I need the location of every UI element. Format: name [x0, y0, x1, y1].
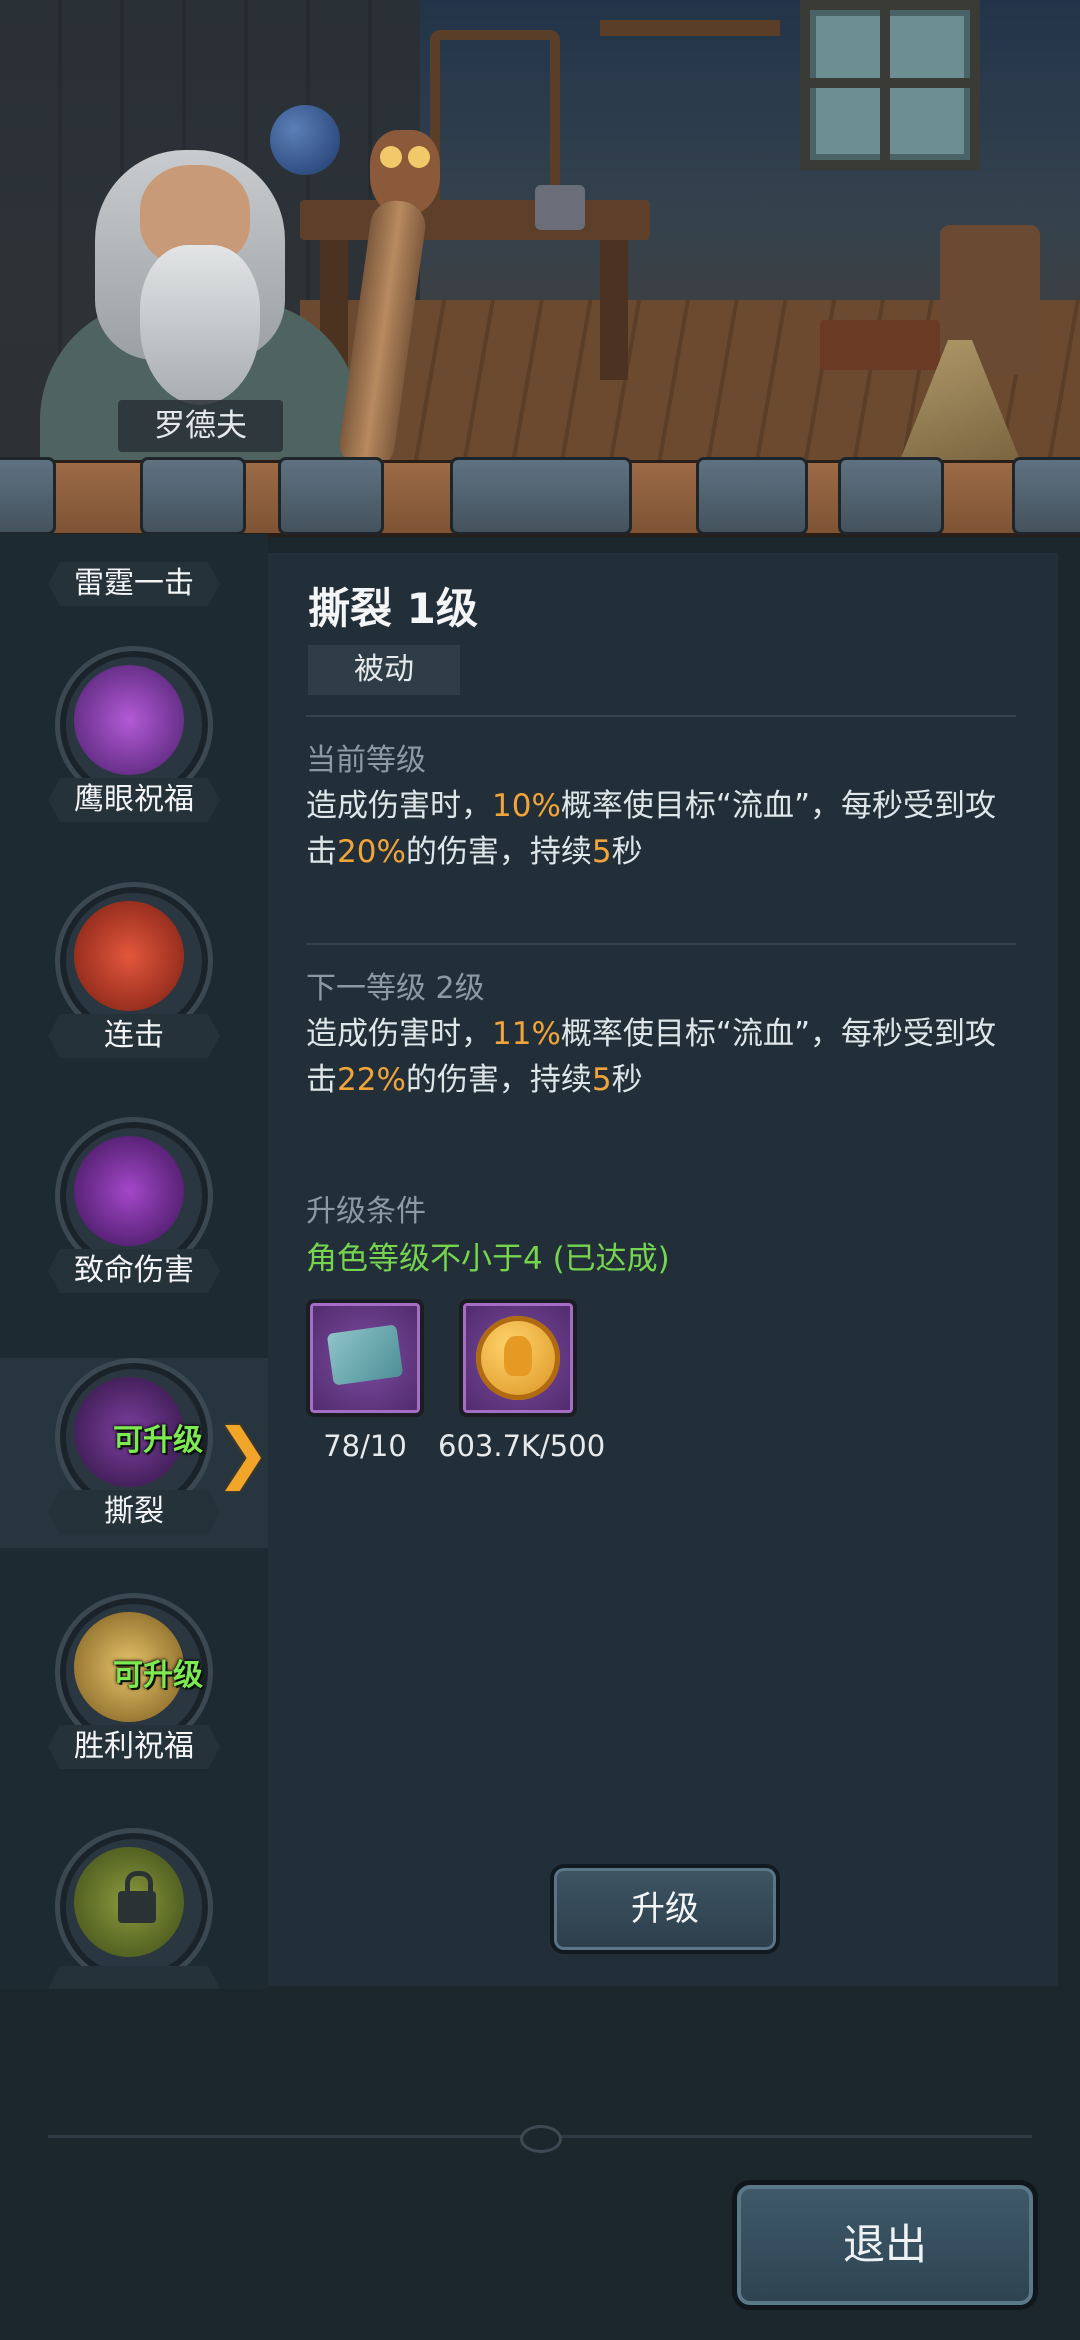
requirements-heading: 升级条件: [306, 1194, 426, 1229]
rail-block: [0, 457, 56, 535]
skill-item-eagle-eye-blessing[interactable]: 鹰眼祝福: [0, 646, 268, 836]
requirement-quantity: 78/10: [323, 1429, 407, 1463]
skill-label: 鹰眼祝福: [48, 778, 220, 822]
skill-label: 撕裂: [48, 1490, 220, 1534]
skill-label: 胜利祝福: [48, 1725, 220, 1769]
desk-leg: [600, 240, 628, 380]
upgrade-available-badge: 可升级: [113, 1658, 203, 1693]
next-level-description: 造成伤害时，11%概率使目标“流血”，每秒受到攻击22%的伤害，持续5秒: [306, 1016, 997, 1098]
next-level-heading: 下一等级 2级: [306, 971, 485, 1006]
upgrade-button[interactable]: 升级: [550, 1864, 780, 1954]
globe: [270, 105, 340, 175]
desk: [300, 200, 650, 240]
level-condition: 角色等级不小于4 (已达成): [306, 1241, 670, 1277]
rail-block: [278, 457, 384, 535]
upgrade-available-badge: 可升级: [113, 1423, 203, 1458]
skill-item-lethal-damage[interactable]: 致命伤害: [0, 1117, 268, 1307]
stone-rail-divider: [0, 457, 1080, 537]
npc-scene: 罗德夫: [0, 0, 1080, 470]
exit-button[interactable]: 退出: [732, 2180, 1038, 2310]
inkwell: [535, 185, 585, 230]
requirement-quantity: 603.7K/500: [438, 1429, 606, 1463]
requirement-item[interactable]: 603.7K/500: [438, 1299, 606, 1463]
skill-item-thunder-strike[interactable]: 雷霆一击: [0, 544, 268, 624]
lock-icon: [118, 1871, 156, 1923]
divider: [306, 715, 1016, 717]
skill-label: 连击: [48, 1014, 220, 1058]
skill-label: 雷霆一击: [48, 562, 220, 606]
rail-block: [450, 457, 632, 535]
skill-type-tag: 被动: [308, 645, 460, 695]
scroll-map-icon: [306, 1299, 424, 1417]
skill-item-combo[interactable]: 连击: [0, 882, 268, 1072]
window: [800, 0, 980, 170]
shelf: [600, 20, 780, 36]
skill-item-victory-blessing[interactable]: 可升级 胜利祝福: [0, 1593, 268, 1783]
current-level-heading: 当前等级: [306, 743, 426, 778]
skill-title: 撕裂 1级: [308, 584, 478, 633]
wizard-beard: [140, 245, 260, 405]
divider-ornament: [520, 2125, 562, 2153]
current-level-description: 造成伤害时，10%概率使目标“流血”，每秒受到攻击20%的伤害，持续5秒: [306, 788, 997, 870]
divider: [306, 943, 1016, 945]
skill-label: [48, 1966, 220, 1989]
npc-name: 罗德夫: [118, 400, 283, 452]
chest: [820, 320, 940, 370]
rail-block: [1012, 457, 1080, 535]
skill-item-locked[interactable]: [0, 1828, 268, 1989]
skill-detail-panel: 撕裂 1级 被动 当前等级 造成伤害时，10%概率使目标“流血”，每秒受到攻击2…: [268, 553, 1058, 1986]
rail-block: [838, 457, 944, 535]
skill-list[interactable]: 雷霆一击 鹰眼祝福 连击 致命伤害 可升级 撕裂 可升级 胜利祝福: [0, 534, 268, 1989]
rail-block: [140, 457, 246, 535]
skill-label: 致命伤害: [48, 1249, 220, 1293]
requirement-item[interactable]: 78/10: [290, 1299, 440, 1463]
chevron-right-icon: ❯: [215, 1414, 271, 1491]
rail-block: [696, 457, 808, 535]
gold-coin-icon: [459, 1299, 577, 1417]
locked-skill-icon: [55, 1828, 213, 1986]
